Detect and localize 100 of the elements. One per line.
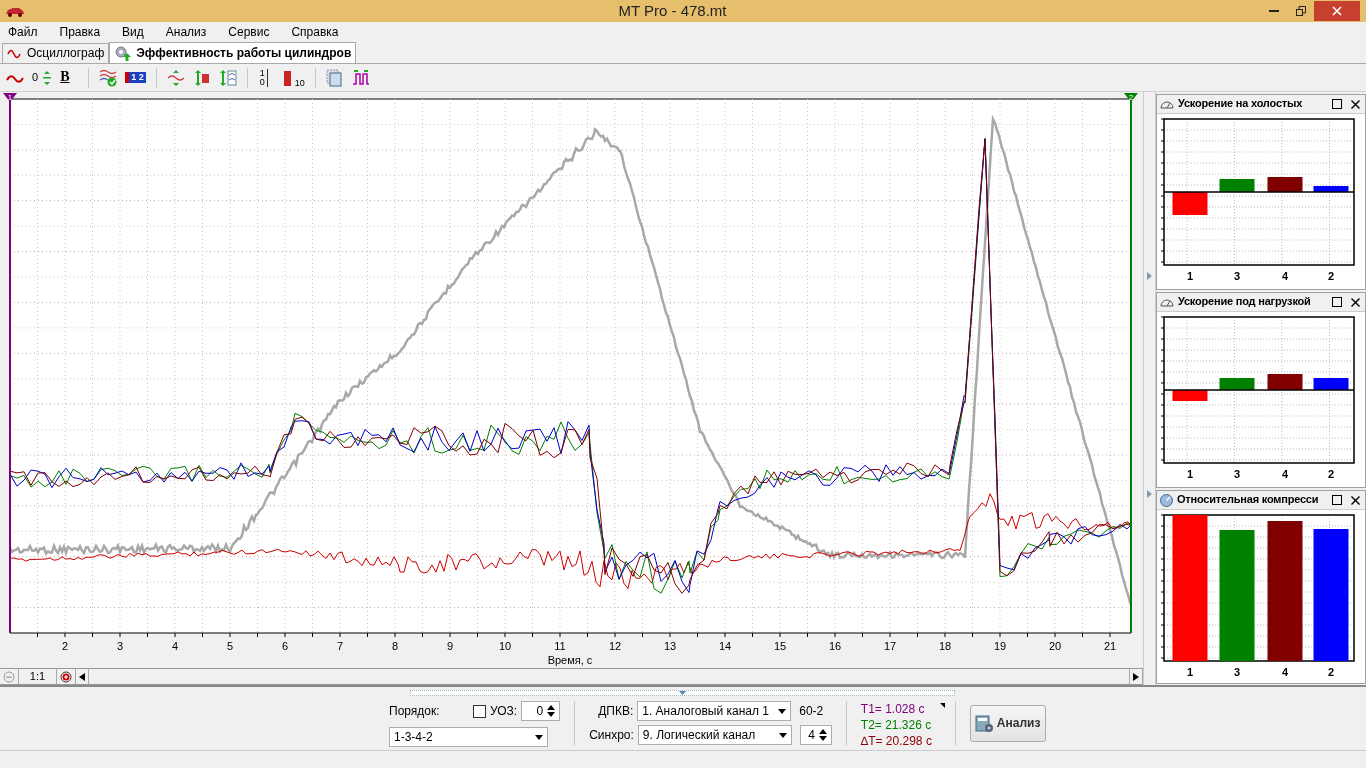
time-reading: ∆T= 20.298 c xyxy=(860,733,933,749)
axis-tick-label: 21 xyxy=(1103,640,1117,652)
axis-tick-label: 13 xyxy=(663,640,677,652)
wave-check-icon xyxy=(99,68,118,87)
window-title: MT Pro - 478.mt xyxy=(617,2,728,20)
axis-tick-label: 18 xyxy=(938,640,952,652)
splitter-handle[interactable] xyxy=(410,690,955,696)
axis-tick-label: 17 xyxy=(883,640,897,652)
corner-icon xyxy=(939,703,945,708)
caret-icon xyxy=(679,691,686,695)
category-label: 2 xyxy=(1327,468,1335,480)
axis-tick-label: 6 xyxy=(281,640,289,652)
close-icon xyxy=(1332,6,1342,16)
bar-icon xyxy=(283,69,291,86)
axis-tick-label: 19 xyxy=(993,640,1007,652)
left-arrow-icon xyxy=(79,672,85,681)
close-icon xyxy=(1350,297,1360,307)
axis-tick-label: 12 xyxy=(608,640,622,652)
axis-tick-label: 4 xyxy=(171,640,179,652)
collapse-arrow-icon xyxy=(1147,490,1152,498)
zoom-in-button[interactable] xyxy=(57,669,76,684)
gauge-icon xyxy=(1160,99,1174,109)
axis-title: Время, с xyxy=(547,654,593,666)
menu-item[interactable]: Файл xyxy=(2,25,46,40)
close-icon xyxy=(1350,99,1360,109)
spin-field[interactable]: 0 xyxy=(521,701,561,721)
zoom-in-icon xyxy=(60,670,72,683)
menu-item[interactable]: Анализ xyxy=(159,25,215,40)
digits-button[interactable]: 1 0 xyxy=(255,66,278,89)
right-arrow-icon xyxy=(1133,672,1139,681)
axis-tick-label: 9 xyxy=(446,640,454,652)
bar-chart-button[interactable]: 10 xyxy=(281,66,307,89)
channel-select[interactable]: 1. Аналоговый канал 1 xyxy=(637,701,792,721)
sync-select[interactable]: 9. Логический канал xyxy=(637,725,792,745)
channel-numbers-button[interactable]: 1 2 xyxy=(123,66,148,89)
field-label: Порядок: xyxy=(389,703,441,719)
menu-item[interactable]: Вид xyxy=(116,25,152,40)
axis-tick-label: 10 xyxy=(498,640,512,652)
category-label: 2 xyxy=(1327,270,1335,282)
restore-icon xyxy=(1295,6,1306,16)
stack-icon xyxy=(218,68,237,87)
panel-title: Ускорение под нагрузкой xyxy=(1178,295,1312,309)
category-label: 2 xyxy=(1327,666,1335,678)
car-icon xyxy=(5,5,25,17)
menu-item[interactable]: Правка xyxy=(53,25,109,40)
caret-icon xyxy=(778,708,787,714)
maximize-icon xyxy=(1332,99,1342,109)
axis-tick-label: 15 xyxy=(773,640,787,652)
bold-button[interactable]: B xyxy=(58,66,81,89)
analyze-button[interactable]: Анализ xyxy=(969,705,1046,742)
axis-tick-label: 11 xyxy=(554,640,566,652)
collapse-arrow-icon xyxy=(1147,272,1152,280)
category-label: 3 xyxy=(1233,666,1241,678)
field-label: УОЗ: xyxy=(490,703,518,719)
tab[interactable]: Осциллограф xyxy=(2,43,110,63)
panel-title: Относительная компресси xyxy=(1177,493,1320,507)
wave-icon xyxy=(7,48,23,59)
caret-icon xyxy=(535,734,543,740)
axis-tick-label: 8 xyxy=(391,640,399,652)
scale-icon xyxy=(166,68,185,87)
field-label: Синхро: xyxy=(589,727,634,743)
axis-tick-label: 20 xyxy=(1048,640,1062,652)
order-select[interactable]: 1-3-4-2 xyxy=(389,727,548,747)
arrows-icon xyxy=(42,69,53,86)
axis-tick-label: 3 xyxy=(116,640,124,652)
pulse-icon xyxy=(351,69,370,86)
scroll-right-button[interactable] xyxy=(1129,669,1143,684)
category-label: 1 xyxy=(1186,270,1194,282)
axis-tick-label: 16 xyxy=(828,640,842,652)
copy-icon xyxy=(325,68,342,87)
offset-button[interactable]: 0 xyxy=(30,66,55,89)
axis-tick-label: 2 xyxy=(61,640,69,652)
checkbox[interactable] xyxy=(473,704,486,718)
maximize-icon xyxy=(1332,297,1342,307)
scroll-left-button[interactable] xyxy=(76,669,89,684)
field-label: 60-2 xyxy=(799,703,824,719)
close-icon xyxy=(1350,495,1360,505)
category-label: 1 xyxy=(1186,468,1194,480)
spin-field[interactable]: 4 xyxy=(799,725,832,745)
tab[interactable]: Эффективность работы цилиндров xyxy=(109,42,357,63)
field-label: ДПКВ: xyxy=(598,703,634,719)
category-label: 1 xyxy=(1186,666,1194,678)
time-reading: T1= 1.028 c xyxy=(860,701,926,717)
category-label: 3 xyxy=(1233,468,1241,480)
category-label: 4 xyxy=(1281,468,1289,480)
axis-tick-label: 14 xyxy=(718,640,732,652)
gauge-icon xyxy=(1160,297,1174,307)
menu-item[interactable]: Сервис xyxy=(222,25,278,40)
spin-arrows-icon xyxy=(818,728,827,742)
maximize-icon xyxy=(1332,495,1342,505)
gear-icon xyxy=(114,45,133,61)
category-label: 4 xyxy=(1281,270,1289,282)
spin-arrows-icon xyxy=(547,704,556,718)
caret-icon xyxy=(778,732,787,738)
axis-tick-label: 7 xyxy=(336,640,344,652)
category-label: 4 xyxy=(1281,666,1289,678)
calculator-icon xyxy=(974,714,993,733)
axis-tick-label: 5 xyxy=(226,640,234,652)
menu-item[interactable]: Справка xyxy=(285,25,347,40)
category-label: 3 xyxy=(1233,270,1241,282)
